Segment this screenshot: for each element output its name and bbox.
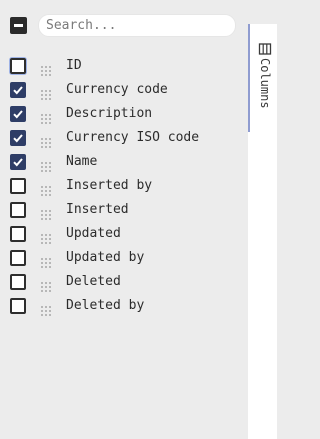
column-label: Updated xyxy=(66,226,121,241)
columns-tool-panel: ID Currency code Description Currency IS… xyxy=(0,0,248,439)
column-checkbox[interactable] xyxy=(10,82,26,98)
column-checkbox[interactable] xyxy=(10,154,26,170)
column-label: Updated by xyxy=(66,250,145,265)
columns-tab-label: Columns xyxy=(258,58,272,109)
column-label: Inserted by xyxy=(66,178,153,193)
column-label: Deleted by xyxy=(66,298,145,313)
search-input[interactable] xyxy=(38,14,236,37)
drag-handle-icon[interactable] xyxy=(41,229,51,244)
column-row-inserted-by[interactable]: Inserted by xyxy=(0,174,248,198)
column-label: Name xyxy=(66,154,98,169)
column-checkbox[interactable] xyxy=(10,178,26,194)
column-row-updated-by[interactable]: Updated by xyxy=(0,246,248,270)
column-checkbox[interactable] xyxy=(10,58,26,74)
column-checkbox[interactable] xyxy=(10,106,26,122)
column-row-id[interactable]: ID xyxy=(0,54,248,78)
column-label: Description xyxy=(66,106,153,121)
column-label: Currency ISO code xyxy=(66,130,200,145)
column-row-name[interactable]: Name xyxy=(0,150,248,174)
column-list: ID Currency code Description Currency IS… xyxy=(0,54,248,318)
drag-handle-icon[interactable] xyxy=(41,133,51,148)
side-bar xyxy=(248,132,277,439)
column-row-updated[interactable]: Updated xyxy=(0,222,248,246)
column-row-deleted[interactable]: Deleted xyxy=(0,270,248,294)
drag-handle-icon[interactable] xyxy=(41,181,51,196)
columns-tab[interactable]: Columns xyxy=(248,24,277,132)
column-row-currency-iso-code[interactable]: Currency ISO code xyxy=(0,126,248,150)
column-checkbox[interactable] xyxy=(10,298,26,314)
drag-handle-icon[interactable] xyxy=(41,157,51,172)
columns-tab-inner: Columns xyxy=(258,42,272,109)
drag-handle-icon[interactable] xyxy=(41,205,51,220)
drag-handle-icon[interactable] xyxy=(41,109,51,124)
column-label: Deleted xyxy=(66,274,121,289)
columns-icon xyxy=(258,43,272,55)
column-label: Currency code xyxy=(66,82,168,97)
column-row-inserted[interactable]: Inserted xyxy=(0,198,248,222)
column-label: ID xyxy=(66,58,82,73)
drag-handle-icon[interactable] xyxy=(41,253,51,268)
column-checkbox[interactable] xyxy=(10,226,26,242)
column-checkbox[interactable] xyxy=(10,274,26,290)
column-row-deleted-by[interactable]: Deleted by xyxy=(0,294,248,318)
column-checkbox[interactable] xyxy=(10,250,26,266)
column-row-description[interactable]: Description xyxy=(0,102,248,126)
select-all-checkbox[interactable] xyxy=(10,17,27,34)
column-label: Inserted xyxy=(66,202,129,217)
column-checkbox[interactable] xyxy=(10,202,26,218)
drag-handle-icon[interactable] xyxy=(41,85,51,100)
column-checkbox[interactable] xyxy=(10,130,26,146)
drag-handle-icon[interactable] xyxy=(41,301,51,316)
panel-header xyxy=(0,0,248,50)
drag-handle-icon[interactable] xyxy=(41,277,51,292)
drag-handle-icon[interactable] xyxy=(41,61,51,76)
column-row-currency-code[interactable]: Currency code xyxy=(0,78,248,102)
